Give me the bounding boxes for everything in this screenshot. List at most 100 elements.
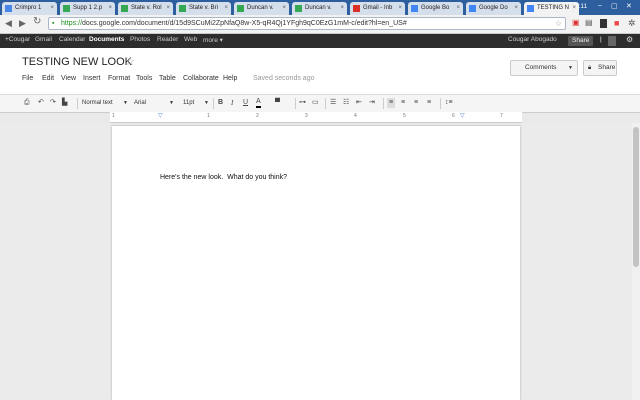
forward-icon[interactable]: ▶ — [19, 18, 26, 29]
tab-favicon-icon — [295, 5, 302, 12]
font-select[interactable]: Arial ▼ — [134, 98, 174, 108]
toolbar-divider — [77, 98, 78, 109]
page-title[interactable]: TESTING NEW LOOK — [22, 56, 132, 68]
browser-tab[interactable]: Duncan v. × — [292, 2, 347, 15]
decrease-indent-icon[interactable]: ⇤ — [356, 98, 362, 108]
gbar-gmail[interactable]: Gmail — [35, 36, 52, 43]
menu-collaborate[interactable]: Collaborate — [183, 75, 219, 82]
reload-icon[interactable]: ↻ — [33, 16, 41, 27]
right-indent-marker-icon[interactable]: ▽ — [460, 112, 465, 119]
browser-tab[interactable]: State v. Rol × — [118, 2, 173, 15]
browser-tab[interactable]: Duncan v. × — [234, 2, 289, 15]
share-button[interactable]: 🔒︎ Share — [583, 60, 617, 76]
comments-label: Comments — [525, 64, 557, 71]
undo-icon[interactable]: ↶ — [38, 98, 44, 108]
tab-close-icon[interactable]: × — [456, 2, 460, 14]
tab-close-icon[interactable]: × — [514, 2, 518, 14]
gbar-user[interactable]: Cougar Abogado — [508, 36, 557, 43]
text-color-icon[interactable]: A — [256, 98, 261, 108]
tab-label: Supp 1 2.p — [73, 5, 103, 11]
browser-tab[interactable]: State v. Bri × — [176, 2, 231, 15]
indent-marker-icon[interactable]: ▽ — [158, 112, 163, 119]
browser-tab[interactable]: Google Bo × — [408, 2, 463, 15]
italic-icon[interactable]: I — [231, 98, 233, 108]
align-center-icon[interactable]: ≡ — [401, 98, 405, 108]
numbered-list-icon[interactable]: ☰ — [330, 98, 336, 108]
justify-icon[interactable]: ≡ — [427, 98, 431, 108]
gbar-more[interactable]: more ▾ — [203, 36, 223, 44]
minimize-icon[interactable]: – — [598, 2, 602, 9]
comments-button[interactable]: Comments ▼ — [510, 60, 578, 76]
gbar-photos[interactable]: Photos — [130, 36, 150, 43]
menu-edit[interactable]: Edit — [42, 75, 54, 82]
back-icon[interactable]: ◀ — [5, 18, 12, 29]
font-size-value: 11pt — [183, 100, 195, 106]
tab-close-icon[interactable]: × — [50, 2, 54, 14]
tab-favicon-icon — [353, 5, 360, 12]
increase-indent-icon[interactable]: ⇥ — [369, 98, 375, 108]
wrench-icon[interactable]: ✲ — [628, 18, 636, 29]
mail-check-icon[interactable]: ■ — [614, 18, 619, 28]
chevron-down-icon: ▼ — [169, 100, 174, 106]
menu-file[interactable]: File — [22, 75, 33, 82]
tab-close-icon[interactable]: × — [224, 2, 228, 14]
page-menu-icon[interactable]: ▤ — [585, 18, 593, 27]
scrollbar-thumb[interactable] — [633, 127, 639, 267]
ruler-number: 5 — [403, 113, 406, 119]
style-select[interactable]: Normal text ▼ — [82, 98, 128, 108]
link-icon[interactable]: ⊶ — [299, 98, 306, 108]
gbar-reader[interactable]: Reader — [157, 36, 178, 43]
tab-close-icon[interactable]: × — [166, 2, 170, 14]
browser-tab[interactable]: Google Do × — [466, 2, 521, 15]
bold-icon[interactable]: B — [218, 98, 223, 108]
menu-table[interactable]: Table — [159, 75, 176, 82]
menu-view[interactable]: View — [61, 75, 76, 82]
browser-tab[interactable]: Supp 1 2.p × — [60, 2, 115, 15]
image-icon[interactable]: ▭ — [312, 98, 319, 108]
tab-close-icon[interactable]: × — [398, 2, 402, 14]
tab-label: Duncan v. — [305, 5, 332, 11]
gbar-share-button[interactable]: Share — [568, 36, 594, 46]
font-size-select[interactable]: 11pt ▼ — [183, 98, 209, 108]
share-label: Share — [598, 64, 616, 71]
avatar[interactable] — [608, 36, 616, 46]
redo-icon[interactable]: ↷ — [50, 98, 56, 108]
menu-insert[interactable]: Insert — [83, 75, 101, 82]
browser-tab[interactable]: Gmail - Inb × — [350, 2, 405, 15]
gbar-calendar[interactable]: Calendar — [59, 36, 85, 43]
tab-label: Gmail - Inb — [363, 5, 393, 11]
align-left-icon[interactable]: ≡ — [387, 98, 396, 108]
menu-tools[interactable]: Tools — [136, 75, 152, 82]
menu-help[interactable]: Help — [223, 75, 237, 82]
settings-gear-icon[interactable]: ⚙ — [626, 35, 633, 44]
align-right-icon[interactable]: ≡ — [414, 98, 418, 108]
url-scheme: https:// — [61, 20, 83, 27]
browser-tab[interactable]: Crimpro 1 × — [2, 2, 57, 15]
star-icon[interactable]: ☆ — [125, 55, 135, 68]
tab-close-icon[interactable]: × — [108, 2, 112, 14]
gbar-documents[interactable]: Documents — [89, 36, 124, 43]
document-page[interactable]: Here's the new look. What do you think? — [112, 126, 520, 400]
bookmark-star-icon[interactable]: ☆ — [555, 18, 562, 29]
bulleted-list-icon[interactable]: ☷ — [343, 98, 349, 108]
menu-format[interactable]: Format — [108, 75, 130, 82]
close-window-icon[interactable]: ✕ — [626, 2, 632, 10]
print-icon[interactable]: ⎙ — [24, 98, 30, 108]
address-bar[interactable]: ▪ https://docs.google.com/document/d/15d… — [48, 17, 566, 30]
extension-dark-icon[interactable] — [600, 19, 607, 28]
extension-icon[interactable]: ▣ — [572, 18, 580, 27]
browser-tab[interactable]: TESTING N × — [524, 2, 579, 15]
tab-close-icon[interactable]: × — [282, 2, 286, 14]
document-body-text[interactable]: Here's the new look. What do you think? — [160, 174, 287, 181]
url-text: docs.google.com/document/d/15d9SCuMi2ZpN… — [82, 20, 407, 27]
underline-icon[interactable]: U — [243, 98, 248, 108]
tab-close-icon[interactable]: × — [340, 2, 344, 14]
tab-favicon-icon — [179, 5, 186, 12]
highlight-color-icon[interactable]: ▀ — [275, 98, 280, 108]
tab-favicon-icon — [469, 5, 476, 12]
maximize-icon[interactable]: ▢ — [611, 2, 618, 10]
paint-format-icon[interactable]: ▙ — [62, 98, 67, 108]
gbar-web[interactable]: Web — [184, 36, 197, 43]
line-spacing-icon[interactable]: ↕≡ — [445, 98, 453, 108]
gbar-plus-cougar[interactable]: +Cougar — [5, 36, 30, 43]
